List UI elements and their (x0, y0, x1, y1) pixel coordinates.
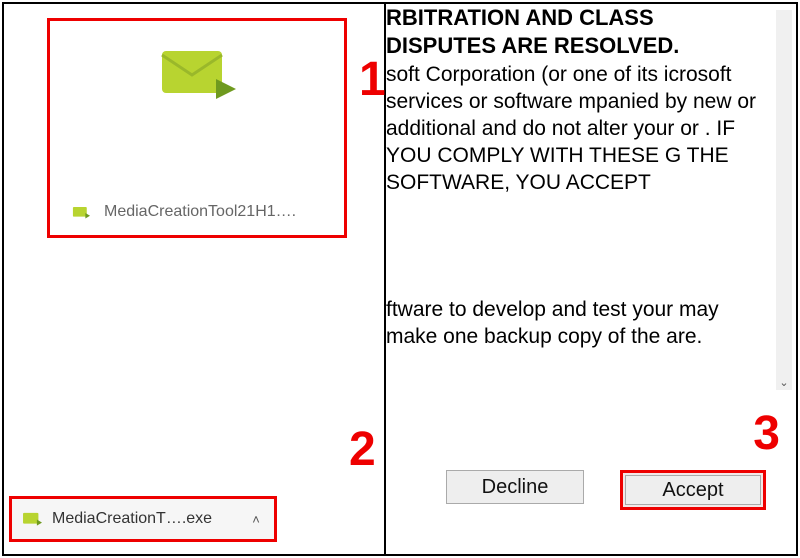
annotation-3: 3 (753, 410, 780, 458)
license-paragraph-2: ftware to develop and test your may make… (386, 297, 766, 351)
license-text: RBITRATION AND CLASS DISPUTES ARE RESOLV… (386, 4, 766, 350)
scrollbar-track[interactable] (776, 10, 792, 390)
mail-send-icon (72, 206, 90, 219)
mail-send-icon (158, 47, 236, 103)
download-tile[interactable]: MediaCreationTool21H1…. (47, 18, 347, 238)
decline-button[interactable]: Decline (446, 470, 584, 504)
download-filename: MediaCreationT….exe (52, 510, 238, 528)
tile-filename: MediaCreationTool21H1…. (104, 203, 296, 221)
scrollbar-down-icon[interactable]: ⌄ (776, 374, 792, 390)
mail-send-icon (22, 511, 42, 527)
chevron-up-icon[interactable]: ˄ (248, 512, 264, 527)
scrollbar[interactable]: ⌄ (776, 10, 792, 390)
accept-button[interactable]: Accept (620, 470, 766, 510)
annotation-1: 1 (359, 56, 386, 104)
annotation-2: 2 (349, 426, 376, 474)
license-paragraph-1: soft Corporation (or one of its icrosoft… (386, 62, 766, 196)
download-bar[interactable]: MediaCreationT….exe ˄ (9, 496, 277, 542)
license-heading: RBITRATION AND CLASS DISPUTES ARE RESOLV… (386, 4, 766, 60)
